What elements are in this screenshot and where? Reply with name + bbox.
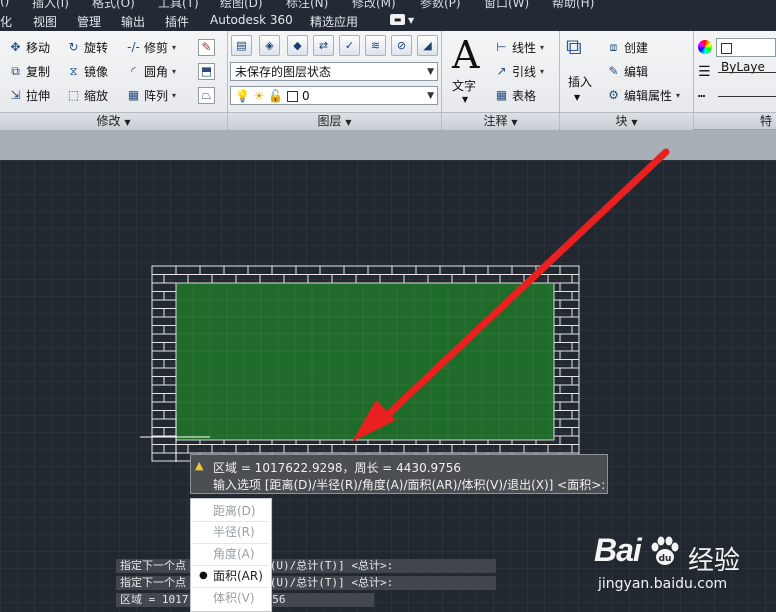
watermark-url: jingyan.baidu.com [598,576,728,592]
option-prompt-text: 输入选项 [距离(D)/半径(R)/角度(A)/面积(AR)/体积(V)/退出(… [213,478,606,492]
drawing-overlay [140,148,670,462]
baidu-logo-bai: Bai [594,532,642,568]
command-history-line: 指定下一个点 /长度(L)/放弃(U)/总计(T)] <总计>: [116,559,496,573]
baidu-logo-text: Bai [594,532,642,569]
dynamic-input-menu: 距离(D) 半径(R) 角度(A) ● 面积(AR) 体积(V) [190,498,272,612]
jingyan-text: 经验 [688,546,741,576]
selected-bullet-icon: ● [199,570,208,581]
paw-icon: du [651,536,679,565]
menu-option-label: 距离(D) [213,504,256,518]
menu-option-label: 半径(R) [213,525,255,539]
baidu-logo-du: du [659,554,672,564]
menu-option-area[interactable]: ● 面积(AR) [191,566,271,586]
command-history-line: 指定下一个点 /长度(L)/放弃(U)/总计(T)] <总计>: [116,576,496,590]
menu-option-label: 角度(A) [213,547,255,561]
warning-icon: ▲ [195,459,204,472]
menu-option-volume[interactable]: 体积(V) [191,588,271,608]
area-result-text: 区域 = 1017622.9298，周长 = 4430.9756 [213,461,462,475]
measure-tooltip: ▲ 区域 = 1017622.9298，周长 = 4430.9756 输入选项 … [190,454,608,494]
menu-option-distance[interactable]: 距离(D) [191,501,271,521]
menu-option-label: 体积(V) [213,591,255,605]
menu-option-angle[interactable]: 角度(A) [191,544,271,564]
baidu-jingyan-watermark: Bai du 经验 jingyan.baidu.com [594,528,776,598]
menu-option-label: 面积(AR) [213,569,263,583]
menu-option-radius[interactable]: 半径(R) [191,522,271,542]
